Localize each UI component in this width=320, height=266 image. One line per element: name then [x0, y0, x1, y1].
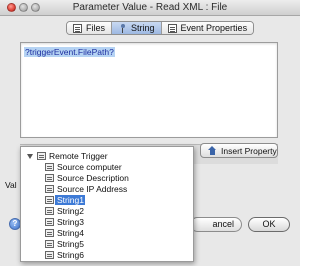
list-item-label: Source IP Address: [57, 184, 128, 194]
insert-property-label: Insert Property: [221, 145, 277, 156]
disclosure-triangle-icon[interactable]: [27, 154, 33, 159]
parameter-value-dialog: Parameter Value - Read XML : File Files …: [0, 0, 300, 266]
editor-selected-text: ?triggerEvent.FilePath?: [24, 47, 115, 57]
list-item-label: String2: [57, 206, 84, 216]
title-bar: Parameter Value - Read XML : File: [0, 0, 300, 16]
document-icon: [45, 240, 54, 248]
list-item[interactable]: Source computer: [21, 162, 193, 172]
document-icon: [45, 251, 54, 259]
list-item[interactable]: String6: [21, 250, 193, 260]
insert-property-button[interactable]: Insert Property: [200, 143, 278, 158]
value-label: Val: [5, 180, 17, 190]
cancel-button[interactable]: ancel: [190, 217, 242, 232]
list-item-label: Source Description: [57, 173, 129, 183]
list-icon: [167, 23, 177, 33]
list-item[interactable]: String2: [21, 206, 193, 216]
house-icon: [208, 146, 217, 155]
window-title: Parameter Value - Read XML : File: [72, 2, 228, 13]
tab-event-properties-label: Event Properties: [180, 23, 248, 33]
document-icon: [45, 218, 54, 226]
tab-event-properties[interactable]: Event Properties: [161, 22, 254, 34]
list-item-label: String3: [57, 217, 84, 227]
list-item-label: Source computer: [57, 162, 122, 172]
pin-icon: [118, 23, 127, 33]
tab-bar: Files String Event Properties: [66, 21, 255, 35]
tab-files-label: Files: [86, 23, 106, 33]
list-item-selected[interactable]: String1: [21, 195, 193, 205]
ok-button[interactable]: OK: [248, 217, 290, 232]
tab-string-label: String: [131, 23, 155, 33]
tree-root-label: Remote Trigger: [49, 151, 108, 161]
document-icon: [45, 174, 54, 182]
document-icon: [45, 196, 54, 204]
list-item-label: String6: [57, 250, 84, 260]
list-item-label: String1: [57, 195, 84, 205]
list-icon: [73, 23, 82, 33]
list-item[interactable]: String4: [21, 228, 193, 238]
list-item-label: String4: [57, 228, 84, 238]
list-item[interactable]: Source Description: [21, 173, 193, 183]
tree-root-remote-trigger[interactable]: Remote Trigger: [21, 151, 193, 161]
tab-files[interactable]: Files: [67, 22, 113, 34]
document-icon: [45, 207, 54, 215]
list-icon: [37, 152, 46, 160]
property-picker-popup: Remote Trigger Source computer Source De…: [20, 146, 194, 262]
tab-string[interactable]: String: [112, 22, 162, 34]
list-item-label: String5: [57, 239, 84, 249]
list-item[interactable]: String3: [21, 217, 193, 227]
list-item[interactable]: String5: [21, 239, 193, 249]
string-value-editor[interactable]: ?triggerEvent.FilePath?: [20, 42, 278, 138]
document-icon: [45, 229, 54, 237]
list-item[interactable]: Source IP Address: [21, 184, 193, 194]
document-icon: [45, 185, 54, 193]
document-icon: [45, 163, 54, 171]
